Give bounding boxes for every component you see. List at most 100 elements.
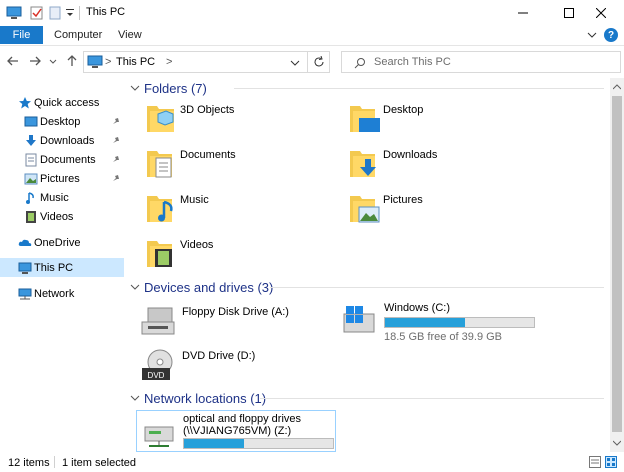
large-icons-view-icon[interactable] xyxy=(605,456,617,468)
sidebar-item-onedrive[interactable]: OneDrive xyxy=(0,233,124,252)
sidebar-item-network[interactable]: Network xyxy=(0,284,124,303)
drive-floppy[interactable]: Floppy Disk Drive (A:) xyxy=(138,304,338,344)
network-drive-z[interactable]: optical and floppy drives (\\VJIANG765VM… xyxy=(136,410,336,452)
sidebar-item-videos[interactable]: Videos xyxy=(0,207,124,226)
pin-icon xyxy=(113,137,119,143)
address-bar[interactable]: > This PC > xyxy=(83,51,308,73)
computer-icon xyxy=(87,55,103,68)
chevron-down-icon xyxy=(130,284,140,290)
group-title: Folders (7) xyxy=(144,80,207,96)
tab-file[interactable]: File xyxy=(0,26,43,44)
drive-dvd[interactable]: DVD DVD Drive (D:) xyxy=(138,348,338,388)
documents-icon xyxy=(25,153,37,166)
refresh-icon xyxy=(314,56,323,67)
music-icon xyxy=(26,191,34,204)
maximize-icon xyxy=(564,8,574,18)
back-arrow-icon[interactable] xyxy=(6,54,20,68)
drive-usage-fill xyxy=(184,439,244,448)
title-bar: This PC xyxy=(0,0,624,26)
quick-access-dropdown-icon[interactable] xyxy=(65,5,75,21)
breadcrumb-separator[interactable]: > xyxy=(105,56,111,68)
windows-drive-icon xyxy=(343,306,375,333)
folder-documents[interactable]: Documents xyxy=(146,145,346,185)
pin-icon xyxy=(113,118,119,124)
documents-folder-icon xyxy=(147,151,172,178)
search-input[interactable]: Search This PC xyxy=(341,51,621,73)
folder-label: Downloads xyxy=(383,149,438,161)
close-button[interactable] xyxy=(578,0,624,26)
sidebar-item-downloads[interactable]: Downloads xyxy=(0,131,124,150)
sidebar-item-label: Pictures xyxy=(40,172,80,185)
vertical-scrollbar[interactable] xyxy=(610,78,624,452)
sidebar-item-quick-access[interactable]: Quick access xyxy=(0,93,124,112)
computer-icon[interactable] xyxy=(6,5,22,21)
recent-locations-icon[interactable] xyxy=(49,54,57,68)
floppy-drive-icon xyxy=(141,307,175,335)
group-divider xyxy=(270,287,604,288)
folder-pictures[interactable]: Pictures xyxy=(349,190,549,230)
group-title: Network locations (1) xyxy=(144,390,267,406)
group-header-folders[interactable]: Folders (7) xyxy=(130,79,207,97)
folder-music[interactable]: Music xyxy=(146,190,346,230)
minimize-icon xyxy=(518,12,528,14)
ribbon-expand-icon[interactable] xyxy=(586,29,598,41)
sidebar-item-label: Desktop xyxy=(40,115,81,128)
folder-downloads[interactable]: Downloads xyxy=(349,145,549,185)
refresh-button[interactable] xyxy=(308,51,330,73)
address-row: > This PC > Search This PC xyxy=(0,45,624,77)
videos-folder-icon xyxy=(147,241,172,267)
content-pane: Folders (7) 3D Objects Desktop Documents… xyxy=(124,78,610,452)
selection-count: 1 item selected xyxy=(62,457,136,469)
drive-usage-fill xyxy=(385,318,466,327)
download-icon xyxy=(26,134,36,146)
properties-icon[interactable] xyxy=(30,5,44,21)
tab-view[interactable]: View xyxy=(118,26,142,44)
scroll-thumb[interactable] xyxy=(612,96,622,432)
sidebar-item-label: This PC xyxy=(34,261,74,274)
sidebar-item-documents[interactable]: Documents xyxy=(0,150,124,169)
details-view-icon[interactable] xyxy=(589,456,601,468)
folder-label: Documents xyxy=(180,149,236,161)
folder-label: 3D Objects xyxy=(180,104,235,116)
sidebar-item-this-pc[interactable]: This PC xyxy=(0,258,124,277)
music-folder-icon xyxy=(147,196,173,222)
network-drive-icon xyxy=(144,426,174,447)
drive-label: Windows (C:) xyxy=(384,302,451,314)
tab-computer[interactable]: Computer xyxy=(54,26,102,44)
videos-icon xyxy=(26,210,36,223)
new-folder-icon[interactable] xyxy=(49,5,61,21)
sidebar-item-label: Documents xyxy=(40,153,96,166)
folder-videos[interactable]: Videos xyxy=(146,235,346,275)
sidebar-item-label: Network xyxy=(34,287,75,300)
drive-label: DVD Drive (D:) xyxy=(182,350,256,362)
ribbon-tabs: File Computer View ? xyxy=(0,26,624,44)
network-icon xyxy=(18,288,32,299)
group-divider xyxy=(234,88,604,89)
search-icon xyxy=(354,58,365,69)
up-arrow-icon[interactable] xyxy=(65,54,79,68)
group-header-network[interactable]: Network locations (1) xyxy=(130,389,266,407)
drive-windows-c[interactable]: Windows (C:) 18.5 GB free of 39.9 GB xyxy=(340,300,560,343)
sidebar-item-label: Quick access xyxy=(34,96,100,109)
forward-arrow-icon[interactable] xyxy=(28,54,42,68)
sidebar-item-desktop[interactable]: Desktop xyxy=(0,112,124,131)
desktop-folder-icon xyxy=(350,106,380,132)
group-header-devices[interactable]: Devices and drives (3) xyxy=(130,278,273,296)
folder-desktop[interactable]: Desktop xyxy=(349,100,549,140)
breadcrumb-separator[interactable]: > xyxy=(166,56,172,68)
window-title: This PC xyxy=(86,6,126,18)
chevron-down-icon xyxy=(130,85,140,91)
minimize-button[interactable] xyxy=(500,0,546,26)
star-icon xyxy=(19,96,31,108)
sidebar-item-pictures[interactable]: Pictures xyxy=(0,169,124,188)
status-bar: 12 items 1 item selected xyxy=(0,452,624,472)
address-dropdown-icon[interactable] xyxy=(290,59,300,67)
help-button[interactable]: ? xyxy=(604,28,618,42)
cloud-icon xyxy=(18,239,32,246)
title-divider xyxy=(79,6,80,20)
folder-label: Music xyxy=(180,194,209,206)
folder-3d-objects[interactable]: 3D Objects xyxy=(146,100,346,140)
breadcrumb-this-pc[interactable]: This PC xyxy=(116,56,155,68)
status-divider xyxy=(54,456,55,468)
sidebar-item-music[interactable]: Music xyxy=(0,188,124,207)
